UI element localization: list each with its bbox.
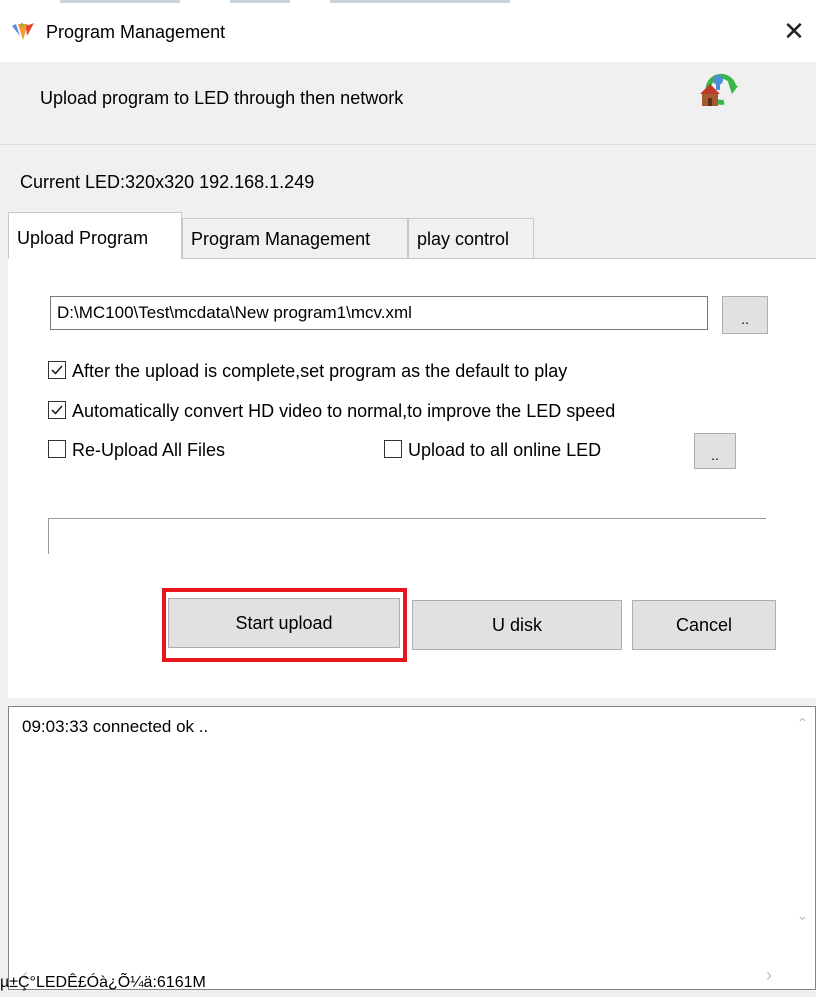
convert-hd-checkbox-row[interactable]: Automatically convert HD video to normal… — [48, 398, 718, 424]
cancel-button[interactable]: Cancel — [632, 600, 776, 650]
reupload-checkbox[interactable] — [48, 440, 66, 458]
program-path-input[interactable] — [50, 296, 708, 330]
close-icon[interactable]: ✕ — [780, 16, 808, 46]
browse-path-button[interactable]: .. — [722, 296, 768, 334]
set-default-checkbox-row[interactable]: After the upload is complete,set program… — [48, 358, 668, 384]
network-upload-icon — [694, 72, 744, 122]
upload-all-checkbox-row[interactable]: Upload to all online LED — [384, 437, 664, 463]
banner-text: Upload program to LED through then netwo… — [40, 88, 404, 108]
log-line: 09:03:33 connected ok .. — [22, 717, 209, 736]
scroll-right-icon[interactable]: › — [761, 965, 777, 986]
convert-hd-checkbox[interactable] — [48, 401, 66, 419]
upload-progress-bar — [48, 518, 766, 554]
current-led-info: Current LED:320x320 192.168.1.249 — [20, 172, 315, 192]
header-separator — [0, 144, 816, 145]
start-upload-highlight — [162, 588, 407, 662]
app-icon — [10, 20, 36, 42]
select-led-button[interactable]: .. — [694, 433, 736, 469]
upload-all-checkbox[interactable] — [384, 440, 402, 458]
tab-upload-program[interactable]: Upload Program — [8, 212, 182, 259]
tab-program-management[interactable]: Program Management — [182, 218, 408, 258]
log-textarea[interactable] — [8, 706, 816, 990]
scroll-down-icon[interactable]: ⌄ — [790, 907, 815, 924]
status-text: µ±Ç°LEDÊ£Óà¿Õ¼ä:6161M — [0, 974, 206, 991]
reupload-checkbox-row[interactable]: Re-Upload All Files — [48, 437, 278, 463]
scroll-up-icon[interactable]: ⌃ — [790, 715, 815, 732]
reupload-label: Re-Upload All Files — [72, 440, 226, 460]
window-title: Program Management — [46, 22, 226, 42]
u-disk-button[interactable]: U disk — [412, 600, 622, 650]
convert-hd-label: Automatically convert HD video to normal… — [72, 401, 616, 421]
log-vertical-scrollbar[interactable]: ⌃ ⌄ — [790, 707, 815, 965]
top-edge-strip — [0, 0, 816, 5]
set-default-checkbox[interactable] — [48, 361, 66, 379]
tab-play-control[interactable]: play control — [408, 218, 534, 258]
upload-all-label: Upload to all online LED — [408, 440, 602, 460]
set-default-label: After the upload is complete,set program… — [72, 361, 568, 381]
